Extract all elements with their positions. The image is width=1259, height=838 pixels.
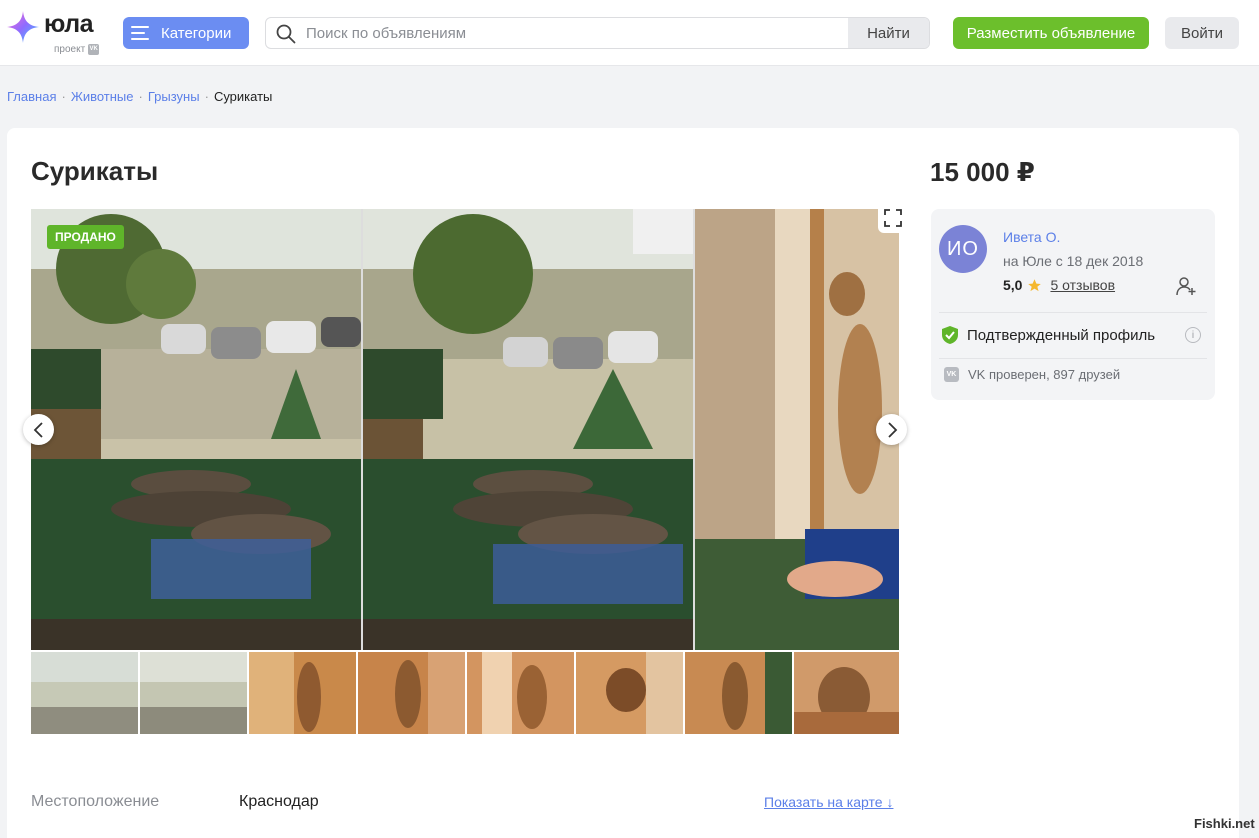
thumbnail-strip [31,652,899,734]
logo-subtitle: проект VK [54,44,100,56]
gallery-prev-button[interactable] [23,414,54,445]
fullscreen-icon [884,209,902,227]
location-label: Местоположение [31,793,160,810]
listing-title: Сурикаты [31,156,159,186]
seller-rating: 5,0 5 отзывов [1003,277,1115,293]
info-icon[interactable]: i [1185,327,1201,343]
search-icon [276,24,296,44]
breadcrumb: Главная · Животные · Грызуны · Сурикаты [7,89,273,104]
chevron-left-icon [33,421,43,438]
avatar[interactable]: ИО [939,225,987,273]
fullscreen-button[interactable] [878,203,908,233]
rating-value: 5,0 [1003,277,1023,293]
subscribe-user-icon[interactable] [1175,275,1197,297]
divider [939,358,1207,359]
thumbnail[interactable] [685,652,792,734]
login-button[interactable]: Войти [1165,17,1239,49]
gallery-photo[interactable] [363,209,693,650]
categories-button[interactable]: Категории [123,17,249,49]
show-on-map-link[interactable]: Показать на карте ↓ [764,794,893,810]
seller-name[interactable]: Ивета О. [1003,229,1060,245]
breadcrumb-rodents[interactable]: Грызуны [148,89,200,104]
thumbnail[interactable] [794,652,899,734]
gallery-next-button[interactable] [876,414,907,445]
thumbnail[interactable] [249,652,356,734]
vk-icon: VK [944,367,959,382]
divider [939,312,1207,313]
chevron-right-icon [887,421,897,438]
reviews-link[interactable]: 5 отзывов [1050,277,1115,293]
search-bar: Найти [265,17,930,49]
seller-since: на Юле с 18 дек 2018 [1003,253,1144,269]
menu-icon [131,26,149,40]
verified-label: Подтвержденный профиль [967,326,1156,344]
location-value: Краснодар [239,793,319,810]
search-input[interactable] [306,18,846,48]
price: 15 000 ₽ [930,157,1035,187]
star-icon [1028,278,1042,291]
yula-logo[interactable]: юла проект VK [6,8,106,58]
photo-gallery[interactable] [31,209,899,650]
verified-profile: Подтвержденный профиль [941,325,1155,345]
vk-icon: VK [88,44,100,55]
logo-star-icon [7,11,39,43]
categories-label: Категории [161,24,232,42]
vk-verification: VK VK проверен, 897 друзей [944,367,1120,382]
thumbnail[interactable] [140,652,247,734]
breadcrumb-home[interactable]: Главная [7,89,56,104]
thumbnail[interactable] [467,652,574,734]
logo-text: юла [44,10,94,38]
header: юла проектVK Категории Найти Разместить … [0,0,1259,66]
thumbnail[interactable] [358,652,465,734]
search-button[interactable]: Найти [848,18,929,48]
post-ad-button[interactable]: Разместить объявление [953,17,1149,49]
sold-badge: ПРОДАНО [47,225,124,249]
gallery-photo[interactable] [31,209,361,650]
breadcrumb-current: Сурикаты [213,89,273,104]
vk-status: VK проверен, 897 друзей [968,367,1121,382]
seller-card: ИО Ивета О. на Юле с 18 дек 2018 5,0 5 о… [931,209,1215,400]
watermark: Fishki.net [1194,816,1255,831]
shield-check-icon [942,326,958,344]
thumbnail[interactable] [31,652,138,734]
breadcrumb-animals[interactable]: Животные [71,89,134,104]
thumbnail[interactable] [576,652,683,734]
gallery-photo[interactable] [695,209,899,650]
